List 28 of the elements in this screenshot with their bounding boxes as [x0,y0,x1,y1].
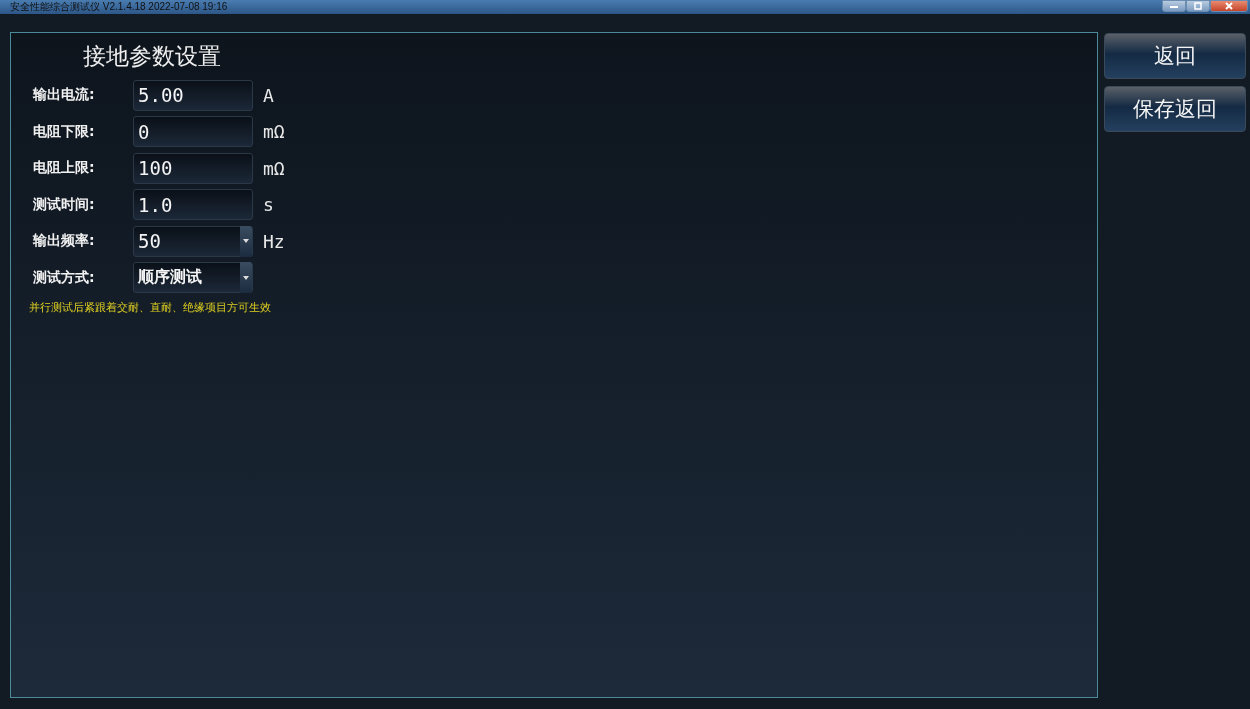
restore-icon [1194,2,1202,10]
minimize-button[interactable] [1162,0,1186,12]
unit-label: A [263,84,274,106]
unit-label: mΩ [263,121,285,143]
input-field[interactable]: 100 [133,152,253,184]
input-field[interactable]: 0 [133,116,253,148]
close-icon [1225,2,1233,10]
note-text: 并行测试后紧跟着交耐、直耐、绝缘项目方可生效 [29,300,272,315]
panel-title: 接地参数设置 [83,42,222,71]
back-button[interactable]: 返回 [1104,33,1246,79]
field-label: 电阻下限: [33,122,96,141]
restore-button[interactable] [1186,0,1210,12]
dropdown-field[interactable]: 50 [133,225,253,257]
field-label: 输出频率: [33,232,96,251]
input-field[interactable]: 5.00 [133,79,253,111]
field-label: 测试方式: [33,268,96,287]
window-title: 安全性能综合测试仪 V2.1.4.18 2022-07-08 19:16 [9,0,228,14]
input-field[interactable]: 1.0 [133,189,253,221]
field-label: 电阻上限: [33,159,96,178]
dropdown-field[interactable]: 顺序测试 [133,262,253,294]
unit-label: Hz [263,230,285,252]
unit-label: mΩ [263,157,285,179]
save-and-back-button[interactable]: 保存返回 [1104,86,1246,132]
field-label: 测试时间: [33,195,96,214]
minimize-icon [1170,4,1178,8]
unit-label: s [263,194,274,216]
close-button[interactable] [1210,0,1248,12]
field-label: 输出电流: [33,86,96,105]
